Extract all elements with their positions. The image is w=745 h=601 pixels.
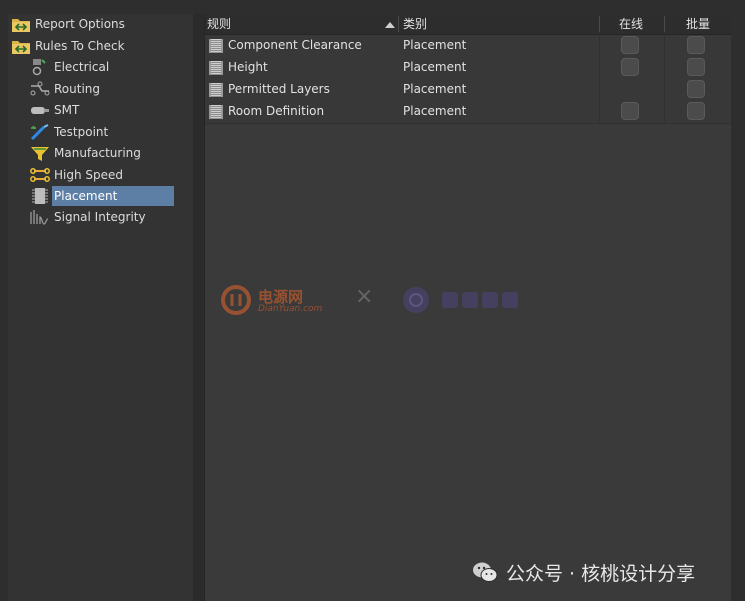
testpoint-icon xyxy=(30,123,50,141)
column-header-category[interactable]: 类别 xyxy=(403,14,427,34)
manufacturing-icon xyxy=(30,144,50,162)
placement-icon xyxy=(30,187,50,205)
sort-ascending-icon xyxy=(385,22,395,28)
tree-item-label: High Speed xyxy=(54,168,124,182)
partner-logo-icon xyxy=(403,287,518,313)
rule-category: Placement xyxy=(403,60,467,74)
watermark-logo: 电源网 DianYuan.com xyxy=(220,282,350,318)
tree-item-label: Rules To Check xyxy=(35,39,125,53)
tree-item-high-speed[interactable]: High Speed xyxy=(30,165,125,185)
grid-header: 规则 类别 在线 批量 xyxy=(205,14,731,35)
partner-logo xyxy=(398,282,526,318)
column-header-rule[interactable]: 规则 xyxy=(207,14,231,34)
placement-rule-icon xyxy=(209,61,223,75)
rule-category: Placement xyxy=(403,104,467,118)
watermark-separator: × xyxy=(355,284,374,309)
panel-splitter[interactable] xyxy=(193,14,204,601)
routing-icon xyxy=(30,80,50,98)
rule-category: Placement xyxy=(403,38,467,52)
tree-item-signal-integrity[interactable]: Signal Integrity xyxy=(30,207,148,227)
online-checkbox[interactable] xyxy=(621,58,639,76)
tree-item-label: Placement xyxy=(52,186,175,206)
folder-rules-icon xyxy=(11,15,31,33)
tree-item-label: Signal Integrity xyxy=(54,210,146,224)
placement-rule-icon xyxy=(209,105,223,119)
tree-item-testpoint[interactable]: Testpoint xyxy=(30,122,110,142)
tree-item-routing[interactable]: Routing xyxy=(30,79,102,99)
column-header-batch[interactable]: 批量 xyxy=(686,14,710,34)
placement-rule-icon xyxy=(209,83,223,97)
tree-item-smt[interactable]: SMT xyxy=(30,100,81,120)
column-divider[interactable] xyxy=(398,16,399,32)
tree-item-electrical[interactable]: Electrical xyxy=(30,57,111,77)
rule-name: Component Clearance xyxy=(228,38,362,52)
column-header-online[interactable]: 在线 xyxy=(619,14,643,34)
column-gridline xyxy=(664,34,665,122)
column-gridline xyxy=(599,34,600,122)
batch-checkbox[interactable] xyxy=(687,36,705,54)
tree-item-rules-to-check[interactable]: Rules To Check xyxy=(11,36,127,56)
table-row[interactable]: Height Placement xyxy=(205,57,731,80)
rule-name: Permitted Layers xyxy=(228,82,330,96)
rule-name: Room Definition xyxy=(228,104,325,118)
placement-rule-icon xyxy=(209,39,223,53)
rule-category: Placement xyxy=(403,82,467,96)
tree-item-label: Electrical xyxy=(54,60,110,74)
tree-item-label: Report Options xyxy=(35,17,125,31)
tree-item-report-options[interactable]: Report Options xyxy=(11,14,127,34)
online-checkbox[interactable] xyxy=(621,102,639,120)
batch-checkbox[interactable] xyxy=(687,80,705,98)
wechat-account-name: 公众号 · 核桃设计分享 xyxy=(506,562,696,585)
high-speed-icon xyxy=(30,166,50,184)
tree-item-manufacturing[interactable]: Manufacturing xyxy=(30,143,143,163)
column-divider[interactable] xyxy=(664,16,665,32)
watermark-site-url: DianYuan.com xyxy=(258,304,323,314)
tree-item-label: Testpoint xyxy=(54,125,109,139)
tree-item-placement[interactable]: Placement xyxy=(30,186,175,206)
wechat-account-tag: 公众号 · 核桃设计分享 xyxy=(472,556,745,588)
table-row[interactable]: Permitted Layers Placement xyxy=(205,79,731,102)
online-checkbox[interactable] xyxy=(621,36,639,54)
signal-integrity-icon xyxy=(30,208,50,226)
column-divider[interactable] xyxy=(599,16,600,32)
wechat-icon xyxy=(472,561,498,583)
tree-item-label: Routing xyxy=(54,82,101,96)
folder-rules-icon xyxy=(11,37,31,55)
tree-item-label: SMT xyxy=(54,103,80,117)
electrical-icon xyxy=(30,58,50,76)
rules-tree-panel: Report Options Rules To Check Electrical… xyxy=(8,14,193,601)
batch-checkbox[interactable] xyxy=(687,58,705,76)
rule-name: Height xyxy=(228,60,268,74)
smt-icon xyxy=(30,101,50,119)
table-row[interactable]: Room Definition Placement xyxy=(205,101,731,124)
tree-item-label: Manufacturing xyxy=(54,146,141,160)
table-row[interactable]: Component Clearance Placement xyxy=(205,35,731,58)
batch-checkbox[interactable] xyxy=(687,102,705,120)
